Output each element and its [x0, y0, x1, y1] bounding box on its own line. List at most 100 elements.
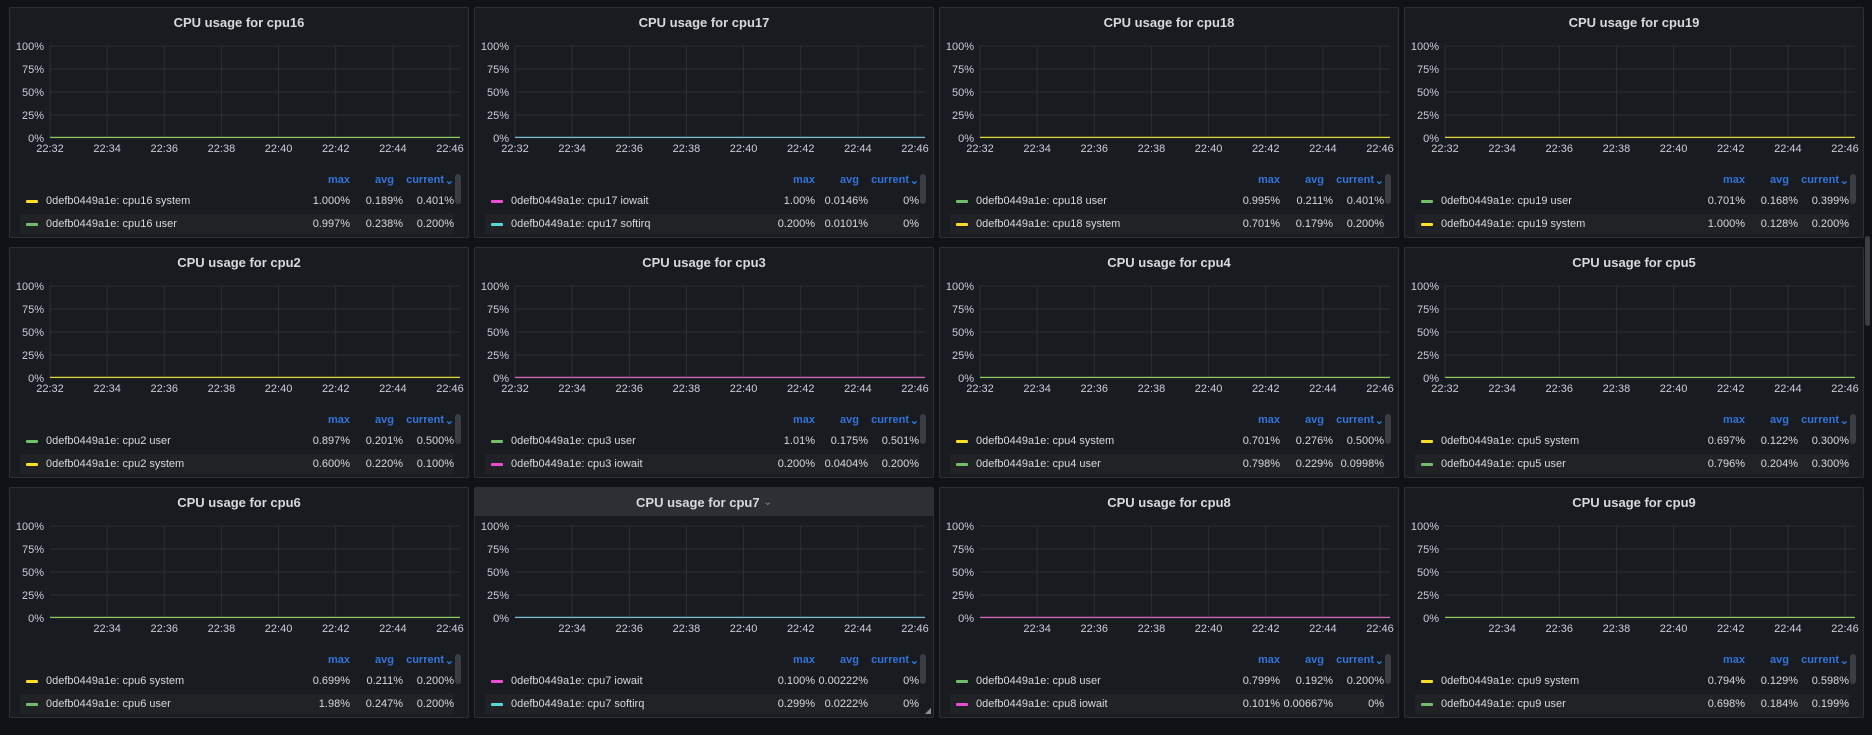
sort-chevron-icon[interactable]: ⌄ [1840, 414, 1849, 427]
legend-col-max[interactable]: max [328, 654, 350, 666]
panel-header[interactable]: CPU usage for cpu9 [1405, 488, 1863, 516]
panel-header[interactable]: CPU usage for cpu8 [940, 488, 1398, 516]
legend-row[interactable]: 0defb0449a1e: cpu2 user 0.897% 0.201% 0.500… [20, 431, 454, 451]
legend-col-current[interactable]: current [1801, 174, 1839, 186]
legend-row[interactable]: 0defb0449a1e: cpu6 user 1.98% 0.247% 0.200% [20, 694, 454, 714]
legend-col-avg[interactable]: avg [375, 174, 394, 186]
legend-col-avg[interactable]: avg [1770, 654, 1789, 666]
sort-chevron-icon[interactable]: ⌄ [445, 414, 454, 427]
sort-chevron-icon[interactable]: ⌄ [1375, 414, 1384, 427]
legend-row[interactable]: 0defb0449a1e: cpu19 user 0.701% 0.168% 0.39… [1415, 191, 1849, 211]
legend-col-current[interactable]: current [406, 174, 444, 186]
legend-row[interactable]: 0defb0449a1e: cpu7 softirq 0.299% 0.0222% 0… [485, 694, 919, 714]
legend-row[interactable]: 0defb0449a1e: cpu17 softirq 0.200% 0.0101%… [485, 214, 919, 234]
legend-row[interactable]: 0defb0449a1e: cpu4 user 0.798% 0.229% 0.099… [950, 454, 1384, 474]
legend-col-max[interactable]: max [1258, 414, 1280, 426]
sort-chevron-icon[interactable]: ⌄ [910, 414, 919, 427]
legend-row[interactable]: 0defb0449a1e: cpu5 user 0.796% 0.204% 0.300… [1415, 454, 1849, 474]
legend-scrollbar[interactable] [920, 174, 926, 204]
panel-header[interactable]: CPU usage for cpu3 [475, 248, 933, 276]
legend-col-current[interactable]: current [1336, 654, 1374, 666]
legend-scrollbar[interactable] [455, 174, 461, 204]
legend-row[interactable]: 0defb0449a1e: cpu16 system 1.000% 0.189% 0.… [20, 191, 454, 211]
legend-scrollbar[interactable] [1850, 654, 1856, 684]
sort-chevron-icon[interactable]: ⌄ [445, 174, 454, 187]
legend-col-avg[interactable]: avg [1770, 174, 1789, 186]
legend-col-max[interactable]: max [1258, 654, 1280, 666]
legend-row[interactable]: 0defb0449a1e: cpu8 iowait 0.101% 0.00667% 0… [950, 694, 1384, 714]
legend-row[interactable]: 0defb0449a1e: cpu2 system 0.600% 0.220% 0.1… [20, 454, 454, 474]
legend-col-current[interactable]: current [871, 654, 909, 666]
legend-col-current[interactable]: current [1336, 414, 1374, 426]
legend-row[interactable]: 0defb0449a1e: cpu9 user 0.698% 0.184% 0.199… [1415, 694, 1849, 714]
panel-header[interactable]: CPU usage for cpu4 [940, 248, 1398, 276]
panel-header[interactable]: CPU usage for cpu6 [10, 488, 468, 516]
legend-row[interactable]: 0defb0449a1e: cpu3 user 1.01% 0.175% 0.501% [485, 431, 919, 451]
legend-col-current[interactable]: current [406, 654, 444, 666]
legend-row[interactable]: 0defb0449a1e: cpu19 system 1.000% 0.128% 0.… [1415, 214, 1849, 234]
legend-col-max[interactable]: max [793, 654, 815, 666]
legend-col-avg[interactable]: avg [1770, 414, 1789, 426]
legend-col-avg[interactable]: avg [1305, 414, 1324, 426]
sort-chevron-icon[interactable]: ⌄ [1840, 654, 1849, 667]
panel-header[interactable]: CPU usage for cpu5 [1405, 248, 1863, 276]
legend-row[interactable]: 0defb0449a1e: cpu8 user 0.799% 0.192% 0.200… [950, 671, 1384, 691]
legend-col-current[interactable]: current [406, 414, 444, 426]
legend-row[interactable]: 0defb0449a1e: cpu5 system 0.697% 0.122% 0.3… [1415, 431, 1849, 451]
panel-header[interactable]: CPU usage for cpu19 [1405, 8, 1863, 36]
legend-row[interactable]: 0defb0449a1e: cpu16 user 0.997% 0.238% 0.20… [20, 214, 454, 234]
legend-col-avg[interactable]: avg [375, 654, 394, 666]
legend-scrollbar[interactable] [1385, 654, 1391, 684]
legend-row[interactable]: 0defb0449a1e: cpu6 system 0.699% 0.211% 0.2… [20, 671, 454, 691]
sort-chevron-icon[interactable]: ⌄ [1375, 174, 1384, 187]
legend-scrollbar[interactable] [1850, 174, 1856, 204]
sort-chevron-icon[interactable]: ⌄ [1375, 654, 1384, 667]
legend-col-avg[interactable]: avg [840, 414, 859, 426]
legend-col-avg[interactable]: avg [1305, 174, 1324, 186]
legend-scrollbar[interactable] [1385, 174, 1391, 204]
legend-col-current[interactable]: current [1801, 654, 1839, 666]
legend-row[interactable]: 0defb0449a1e: cpu18 user 0.995% 0.211% 0.40… [950, 191, 1384, 211]
legend-col-max[interactable]: max [1723, 414, 1745, 426]
legend-col-avg[interactable]: avg [1305, 654, 1324, 666]
legend-col-current[interactable]: current [1801, 414, 1839, 426]
legend-col-max[interactable]: max [793, 174, 815, 186]
legend-scrollbar[interactable] [455, 654, 461, 684]
legend-row[interactable]: 0defb0449a1e: cpu7 iowait 0.100% 0.00222% 0… [485, 671, 919, 691]
sort-chevron-icon[interactable]: ⌄ [910, 174, 919, 187]
legend-col-max[interactable]: max [793, 414, 815, 426]
legend-col-avg[interactable]: avg [375, 414, 394, 426]
legend-col-max[interactable]: max [328, 414, 350, 426]
legend-scrollbar[interactable] [920, 414, 926, 444]
legend-col-max[interactable]: max [1723, 654, 1745, 666]
legend-row[interactable]: 0defb0449a1e: cpu17 iowait 1.00% 0.0146% 0% [485, 191, 919, 211]
legend-row[interactable]: 0defb0449a1e: cpu3 iowait 0.200% 0.0404% 0.… [485, 454, 919, 474]
resize-handle-icon[interactable]: ◢ [925, 706, 931, 715]
legend-col-max[interactable]: max [328, 174, 350, 186]
panel-header[interactable]: CPU usage for cpu7 ⌄ [475, 488, 933, 516]
sort-chevron-icon[interactable]: ⌄ [910, 654, 919, 667]
legend-col-current[interactable]: current [871, 414, 909, 426]
legend-col-current[interactable]: current [1336, 174, 1374, 186]
legend-row[interactable]: 0defb0449a1e: cpu9 system 0.794% 0.129% 0.5… [1415, 671, 1849, 691]
legend-row[interactable]: 0defb0449a1e: cpu4 system 0.701% 0.276% 0.5… [950, 431, 1384, 451]
legend-col-max[interactable]: max [1723, 174, 1745, 186]
legend-col-max[interactable]: max [1258, 174, 1280, 186]
legend-col-avg[interactable]: avg [840, 174, 859, 186]
panel-header[interactable]: CPU usage for cpu17 [475, 8, 933, 36]
sort-chevron-icon[interactable]: ⌄ [445, 654, 454, 667]
panel-header[interactable]: CPU usage for cpu16 [10, 8, 468, 36]
legend-col-current[interactable]: current [871, 174, 909, 186]
page-scrollbar[interactable] [1865, 236, 1870, 326]
legend-header: max avg current ⌄ [940, 414, 1398, 428]
legend-scrollbar[interactable] [1385, 414, 1391, 444]
panel-header[interactable]: CPU usage for cpu2 [10, 248, 468, 276]
legend-row[interactable]: 0defb0449a1e: cpu18 system 0.701% 0.179% 0.… [950, 214, 1384, 234]
legend-scrollbar[interactable] [455, 414, 461, 444]
legend-scrollbar[interactable] [1850, 414, 1856, 444]
legend-scrollbar[interactable] [920, 654, 926, 684]
chevron-down-icon[interactable]: ⌄ [764, 497, 772, 508]
panel-header[interactable]: CPU usage for cpu18 [940, 8, 1398, 36]
legend-col-avg[interactable]: avg [840, 654, 859, 666]
sort-chevron-icon[interactable]: ⌄ [1840, 174, 1849, 187]
